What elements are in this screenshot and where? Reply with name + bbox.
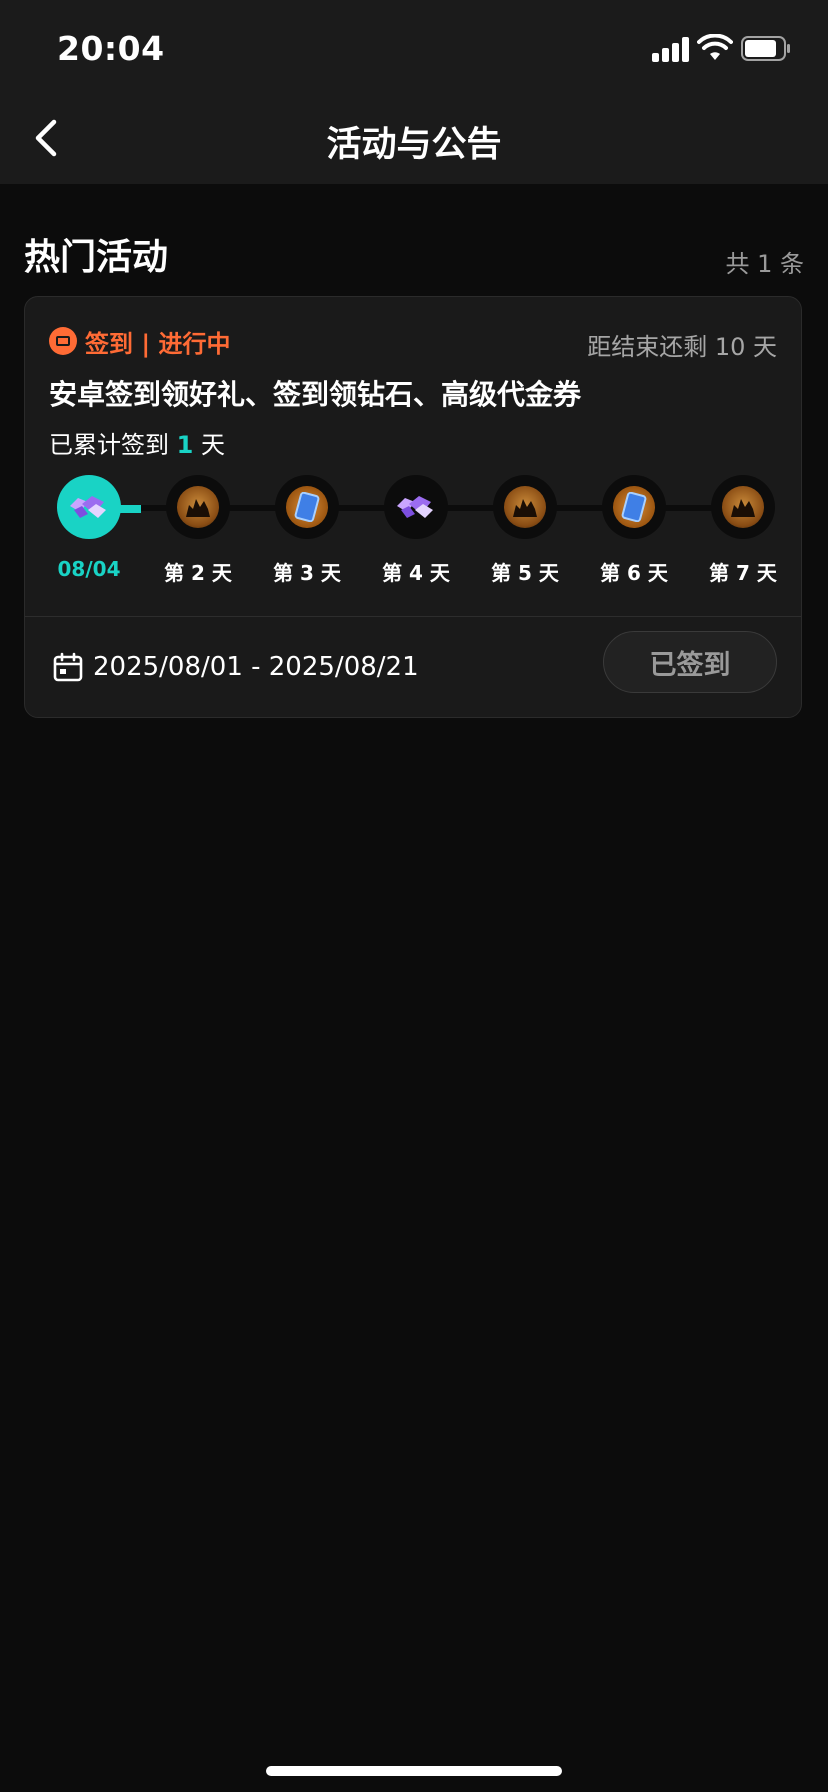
section-count: 共 1 条 xyxy=(725,250,804,278)
page-title: 活动与公告 xyxy=(326,125,502,165)
activity-tag: 签到 | 进行中 xyxy=(49,325,231,358)
calendar-icon xyxy=(53,652,83,682)
remaining-time: 距结束还剩 10 天 xyxy=(587,333,777,361)
day-label: 第 5 天 xyxy=(491,561,559,585)
gift-pack-icon xyxy=(177,486,219,528)
day-7-reward xyxy=(711,475,775,539)
progress-days: 1 xyxy=(176,431,194,459)
gift-pack-icon xyxy=(504,486,546,528)
day-6-reward xyxy=(602,475,666,539)
navigation-bar: 活动与公告 xyxy=(0,92,828,184)
day-label: 08/04 xyxy=(57,557,121,581)
day-1-reward xyxy=(57,475,121,539)
day-3-reward xyxy=(275,475,339,539)
day-label: 第 3 天 xyxy=(273,561,341,585)
gift-pack-icon xyxy=(722,486,764,528)
checkin-day-2[interactable]: 第 2 天 xyxy=(150,475,246,586)
checkin-day-6[interactable]: 第 6 天 xyxy=(586,475,682,586)
day-label: 第 6 天 xyxy=(600,561,668,585)
checkin-day-5[interactable]: 第 5 天 xyxy=(477,475,573,586)
checkin-day-4[interactable]: 第 4 天 xyxy=(368,475,464,586)
checkin-day-7[interactable]: 第 7 天 xyxy=(695,475,791,586)
day-2-reward xyxy=(166,475,230,539)
checkin-day-1[interactable]: 08/04 xyxy=(41,475,137,581)
day-label: 第 2 天 xyxy=(164,561,232,585)
day-label: 第 7 天 xyxy=(709,561,777,585)
day-label: 第 4 天 xyxy=(382,561,450,585)
voucher-card-icon xyxy=(613,486,655,528)
day-4-reward xyxy=(384,475,448,539)
date-range-text: 2025/08/01 - 2025/08/21 xyxy=(93,652,419,682)
diamond-icon xyxy=(70,496,106,518)
status-time: 20:04 xyxy=(57,29,165,68)
checkin-day-3[interactable]: 第 3 天 xyxy=(259,475,355,586)
activity-status: 签到 | 进行中 xyxy=(85,329,231,358)
section-title: 热门活动 xyxy=(24,237,169,278)
checkin-progress: 已累计签到 1 天 xyxy=(49,425,225,460)
day-5-reward xyxy=(493,475,557,539)
activity-card[interactable]: 签到 | 进行中 距结束还剩 10 天 安卓签到领好礼、签到领钻石、高级代金券 … xyxy=(24,296,802,718)
cellular-signal-icon xyxy=(652,36,692,62)
checkin-icon xyxy=(49,327,77,355)
wifi-icon xyxy=(697,34,733,60)
home-indicator[interactable] xyxy=(266,1766,562,1776)
status-bar: 20:04 xyxy=(0,0,828,92)
progress-suffix: 天 xyxy=(193,431,225,459)
battery-icon xyxy=(741,36,790,61)
progress-prefix: 已累计签到 xyxy=(49,431,177,459)
diamond-icon xyxy=(397,496,433,518)
activity-date-range: 2025/08/01 - 2025/08/21 xyxy=(53,647,419,687)
activity-title: 安卓签到领好礼、签到领钻石、高级代金券 xyxy=(49,378,582,411)
card-divider xyxy=(25,616,801,617)
voucher-card-icon xyxy=(286,486,328,528)
signed-in-button[interactable]: 已签到 xyxy=(603,631,777,693)
